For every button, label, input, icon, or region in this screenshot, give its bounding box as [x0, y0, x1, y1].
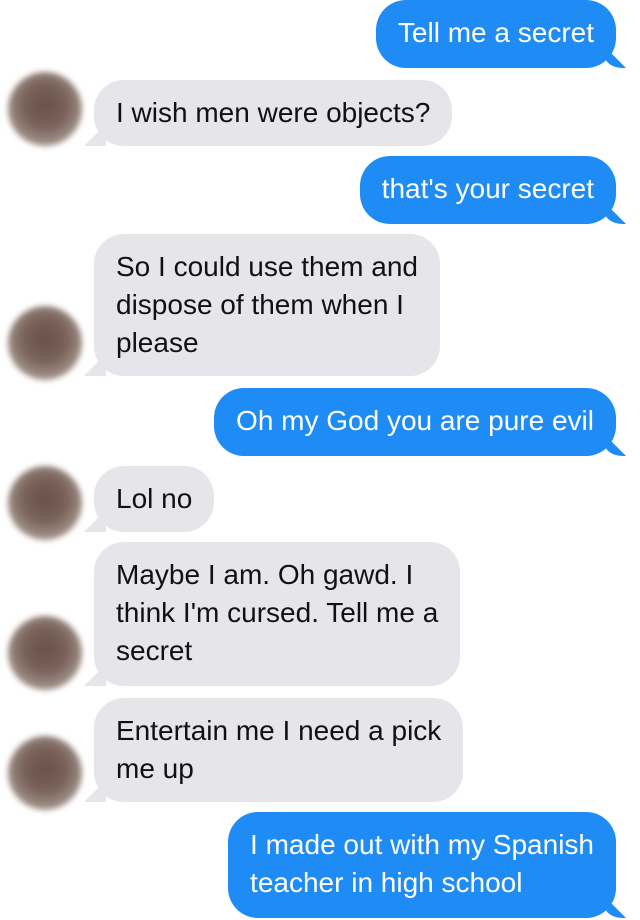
contact-avatar[interactable] — [8, 72, 82, 146]
outgoing-message-bubble[interactable]: Oh my God you are pure evil — [214, 388, 616, 456]
incoming-message-bubble[interactable]: Maybe I am. Oh gawd. I think I'm cursed.… — [94, 542, 461, 686]
incoming-message-bubble[interactable]: I wish men were objects? — [94, 80, 453, 146]
contact-avatar[interactable] — [8, 736, 82, 810]
incoming-message-bubble[interactable]: Entertain me I need a pick me up — [94, 698, 464, 802]
contact-avatar[interactable] — [8, 616, 82, 690]
contact-avatar[interactable] — [8, 466, 82, 540]
outgoing-message-bubble[interactable]: I made out with my Spanish teacher in hi… — [228, 812, 616, 918]
outgoing-message-bubble[interactable]: that's your secret — [359, 156, 616, 224]
incoming-message-bubble[interactable]: Lol no — [94, 466, 215, 532]
message-thread: Tell me a secret I wish men were objects… — [0, 0, 640, 920]
contact-avatar[interactable] — [8, 306, 82, 380]
outgoing-message-bubble[interactable]: Tell me a secret — [375, 0, 616, 68]
incoming-message-bubble[interactable]: So I could use them and dispose of them … — [94, 234, 440, 376]
